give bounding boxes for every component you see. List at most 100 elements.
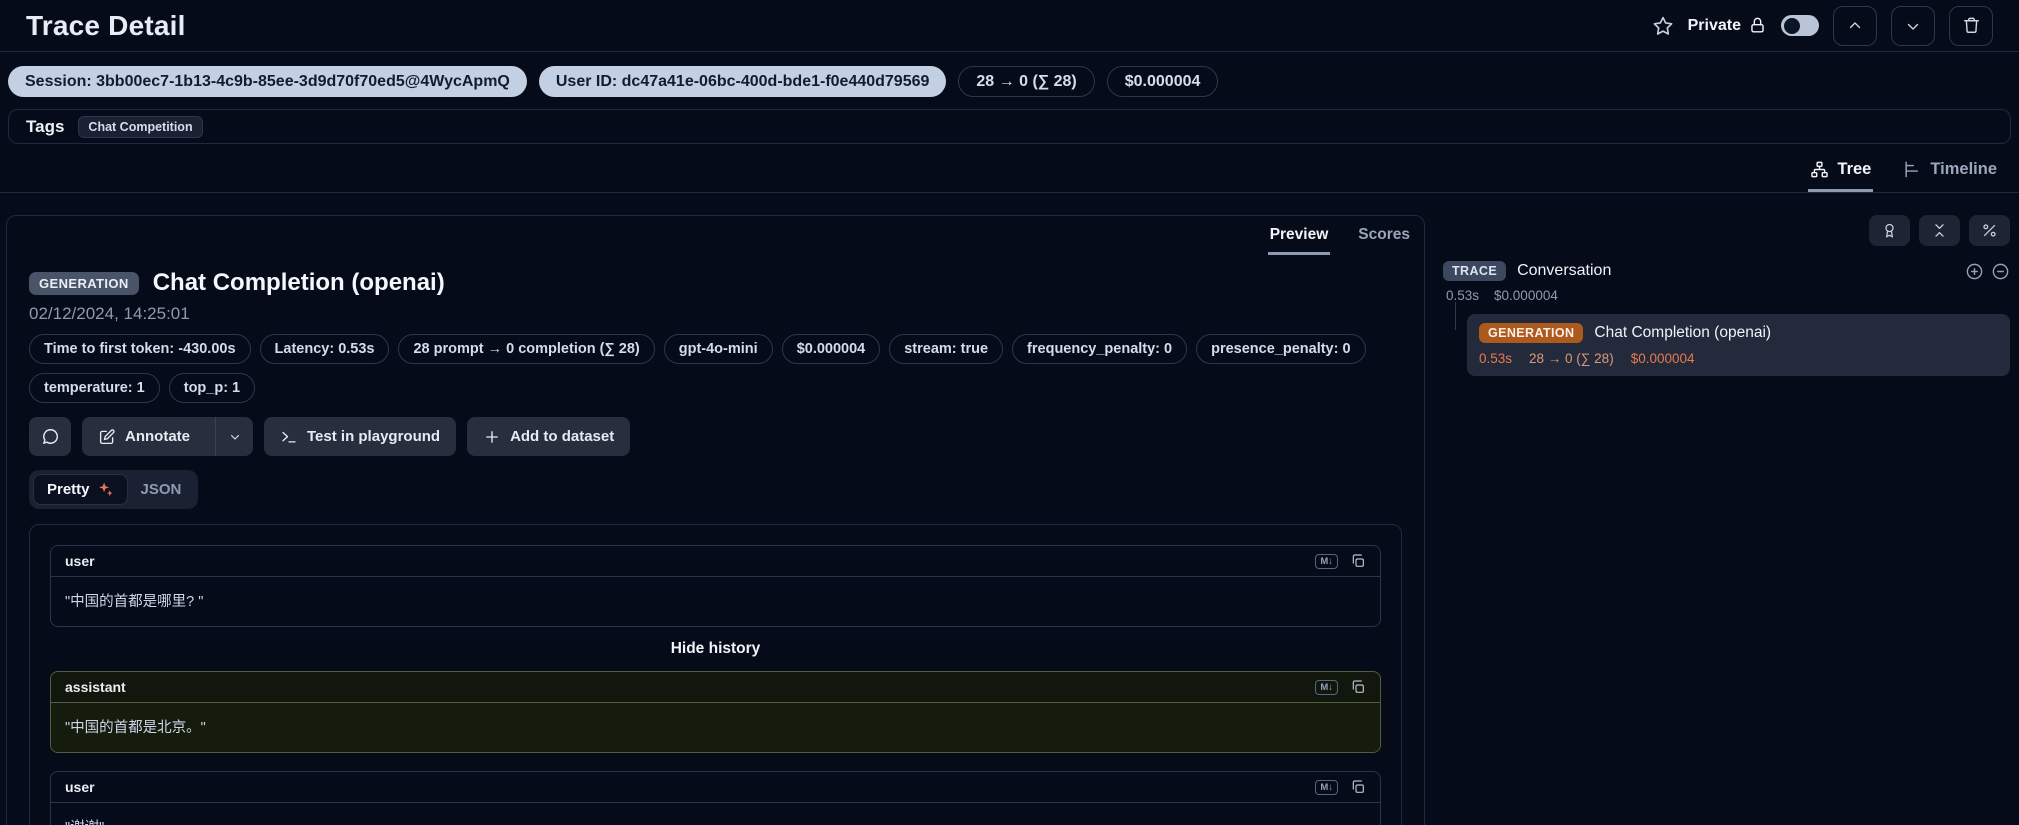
tab-tree[interactable]: Tree <box>1808 152 1873 192</box>
tree-icon <box>1810 160 1829 179</box>
trace-latency: 0.53s <box>1446 288 1479 303</box>
panel-tabs: Preview Scores <box>7 216 1424 255</box>
copy-button[interactable] <box>1350 679 1366 695</box>
user-id-badge[interactable]: User ID: dc47a41e-06bc-400d-bde1-f0e440d… <box>539 66 947 97</box>
add-to-dataset-button[interactable]: Add to dataset <box>467 417 630 456</box>
trace-node-label: TRACE Conversation <box>1443 261 1611 281</box>
message-card-user-1: user M↓ "中国的首都是哪里? " <box>50 545 1381 627</box>
message-header: assistant M↓ <box>51 672 1380 703</box>
chevron-up-icon <box>1846 17 1864 35</box>
timeline-icon <box>1903 160 1922 179</box>
pretty-toggle[interactable]: Pretty <box>33 474 128 505</box>
copy-button[interactable] <box>1350 779 1366 795</box>
chevron-down-icon <box>228 430 242 444</box>
trace-cost: $0.000004 <box>1494 288 1558 303</box>
generation-node-label: GENERATION Chat Completion (openai) <box>1479 323 1998 343</box>
trace-title: Conversation <box>1517 262 1611 280</box>
message-header-icons: M↓ <box>1315 679 1366 695</box>
trace-badges-row: Session: 3bb00ec7-1b13-4c9b-85ee-3d9d70f… <box>0 52 2019 109</box>
public-toggle[interactable] <box>1781 15 1819 36</box>
trace-badge: TRACE <box>1443 261 1506 281</box>
message-content: "谢谢" <box>51 803 1380 825</box>
metric-frequency-penalty: frequency_penalty: 0 <box>1012 334 1187 364</box>
metric-temperature: temperature: 1 <box>29 373 160 403</box>
star-icon <box>1652 15 1674 37</box>
previous-trace-button[interactable] <box>1833 6 1877 46</box>
metric-stream: stream: true <box>889 334 1003 364</box>
tab-timeline-label: Timeline <box>1930 160 1997 179</box>
metrics-toggle-button[interactable] <box>1969 215 2010 246</box>
terminal-icon <box>280 428 298 446</box>
markdown-toggle-icon[interactable]: M↓ <box>1315 680 1338 695</box>
annotate-button[interactable]: Annotate <box>82 417 253 456</box>
generation-node-row[interactable]: GENERATION Chat Completion (openai) 0.53… <box>1467 314 2010 376</box>
next-trace-button[interactable] <box>1891 6 1935 46</box>
toggle-knob <box>1784 18 1800 34</box>
annotate-pencil-icon <box>98 428 116 446</box>
page-title: Trace Detail <box>26 10 186 42</box>
json-toggle[interactable]: JSON <box>128 474 195 505</box>
annotate-main[interactable]: Annotate <box>82 417 206 456</box>
token-usage-badge: 28 → 0 (∑ 28) <box>958 66 1094 97</box>
dataset-label: Add to dataset <box>510 428 614 445</box>
award-icon <box>1881 222 1898 239</box>
total-cost-badge: $0.000004 <box>1107 66 1219 97</box>
metric-model[interactable]: gpt-4o-mini <box>664 334 773 364</box>
delete-trace-button[interactable] <box>1949 6 1993 46</box>
metric-time-to-first-token: Time to first token: -430.00s <box>29 334 251 364</box>
message-card-user-2: user M↓ "谢谢" <box>50 771 1381 825</box>
pretty-label: Pretty <box>47 481 90 498</box>
playground-label: Test in playground <box>307 428 440 445</box>
view-tabbar: Tree Timeline <box>0 152 2019 193</box>
comment-button[interactable] <box>29 417 71 456</box>
markdown-toggle-icon[interactable]: M↓ <box>1315 780 1338 795</box>
plus-circle-icon <box>1965 262 1984 281</box>
tree-toolbar <box>1443 215 2010 246</box>
test-in-playground-button[interactable]: Test in playground <box>264 417 456 456</box>
observation-detail-body: GENERATION Chat Completion (openai) 02/1… <box>7 255 1424 825</box>
messages-container: user M↓ "中国的首都是哪里? " Hide history <box>29 524 1402 825</box>
message-header: user M↓ <box>51 772 1380 803</box>
message-content: "中国的首都是哪里? " <box>51 577 1380 626</box>
tag-chat-competition[interactable]: Chat Competition <box>78 116 202 138</box>
markdown-toggle-icon[interactable]: M↓ <box>1315 554 1338 569</box>
hide-history-button[interactable]: Hide history <box>50 640 1381 658</box>
message-header-icons: M↓ <box>1315 553 1366 569</box>
annotate-dropdown[interactable] <box>215 417 253 456</box>
scores-toggle-button[interactable] <box>1869 215 1910 246</box>
collapse-all-button[interactable] <box>1919 215 1960 246</box>
metrics-row: Time to first token: -430.00s Latency: 0… <box>29 334 1369 403</box>
tab-timeline[interactable]: Timeline <box>1901 152 1999 192</box>
observation-header: GENERATION Chat Completion (openai) <box>29 269 1402 297</box>
session-badge[interactable]: Session: 3bb00ec7-1b13-4c9b-85ee-3d9d70f… <box>8 66 527 97</box>
json-label: JSON <box>141 481 182 498</box>
copy-icon <box>1350 553 1366 569</box>
tab-scores[interactable]: Scores <box>1356 222 1412 255</box>
expand-all-button[interactable] <box>1965 262 1984 281</box>
generation-type-badge: GENERATION <box>29 272 139 295</box>
tab-preview[interactable]: Preview <box>1268 222 1331 255</box>
format-toggle: Pretty JSON <box>29 470 198 509</box>
metric-presence-penalty: presence_penalty: 0 <box>1196 334 1365 364</box>
main-content: Preview Scores GENERATION Chat Completio… <box>0 193 2019 825</box>
collapse-all-circle-button[interactable] <box>1991 262 2010 281</box>
bookmark-star-button[interactable] <box>1652 15 1674 37</box>
percent-icon <box>1981 222 1998 239</box>
message-header: user M↓ <box>51 546 1380 577</box>
observation-actions: Annotate Test in playground <box>29 417 1402 456</box>
message-role: user <box>65 779 95 795</box>
generation-stats: 0.53s 28 → 0 (∑ 28) $0.000004 <box>1479 351 1998 366</box>
generation-cost: $0.000004 <box>1631 351 1695 366</box>
metric-cost: $0.000004 <box>782 334 881 364</box>
chevron-down-icon <box>1904 17 1922 35</box>
tree-expand-controls <box>1965 262 2010 281</box>
metric-latency: Latency: 0.53s <box>260 334 390 364</box>
copy-button[interactable] <box>1350 553 1366 569</box>
copy-icon <box>1350 779 1366 795</box>
privacy-control: Private <box>1688 16 1767 35</box>
lock-icon <box>1748 16 1767 35</box>
comment-bubble-icon <box>41 427 60 446</box>
trace-node-row[interactable]: TRACE Conversation <box>1443 261 2010 281</box>
message-header-icons: M↓ <box>1315 779 1366 795</box>
collapse-icon <box>1931 222 1948 239</box>
